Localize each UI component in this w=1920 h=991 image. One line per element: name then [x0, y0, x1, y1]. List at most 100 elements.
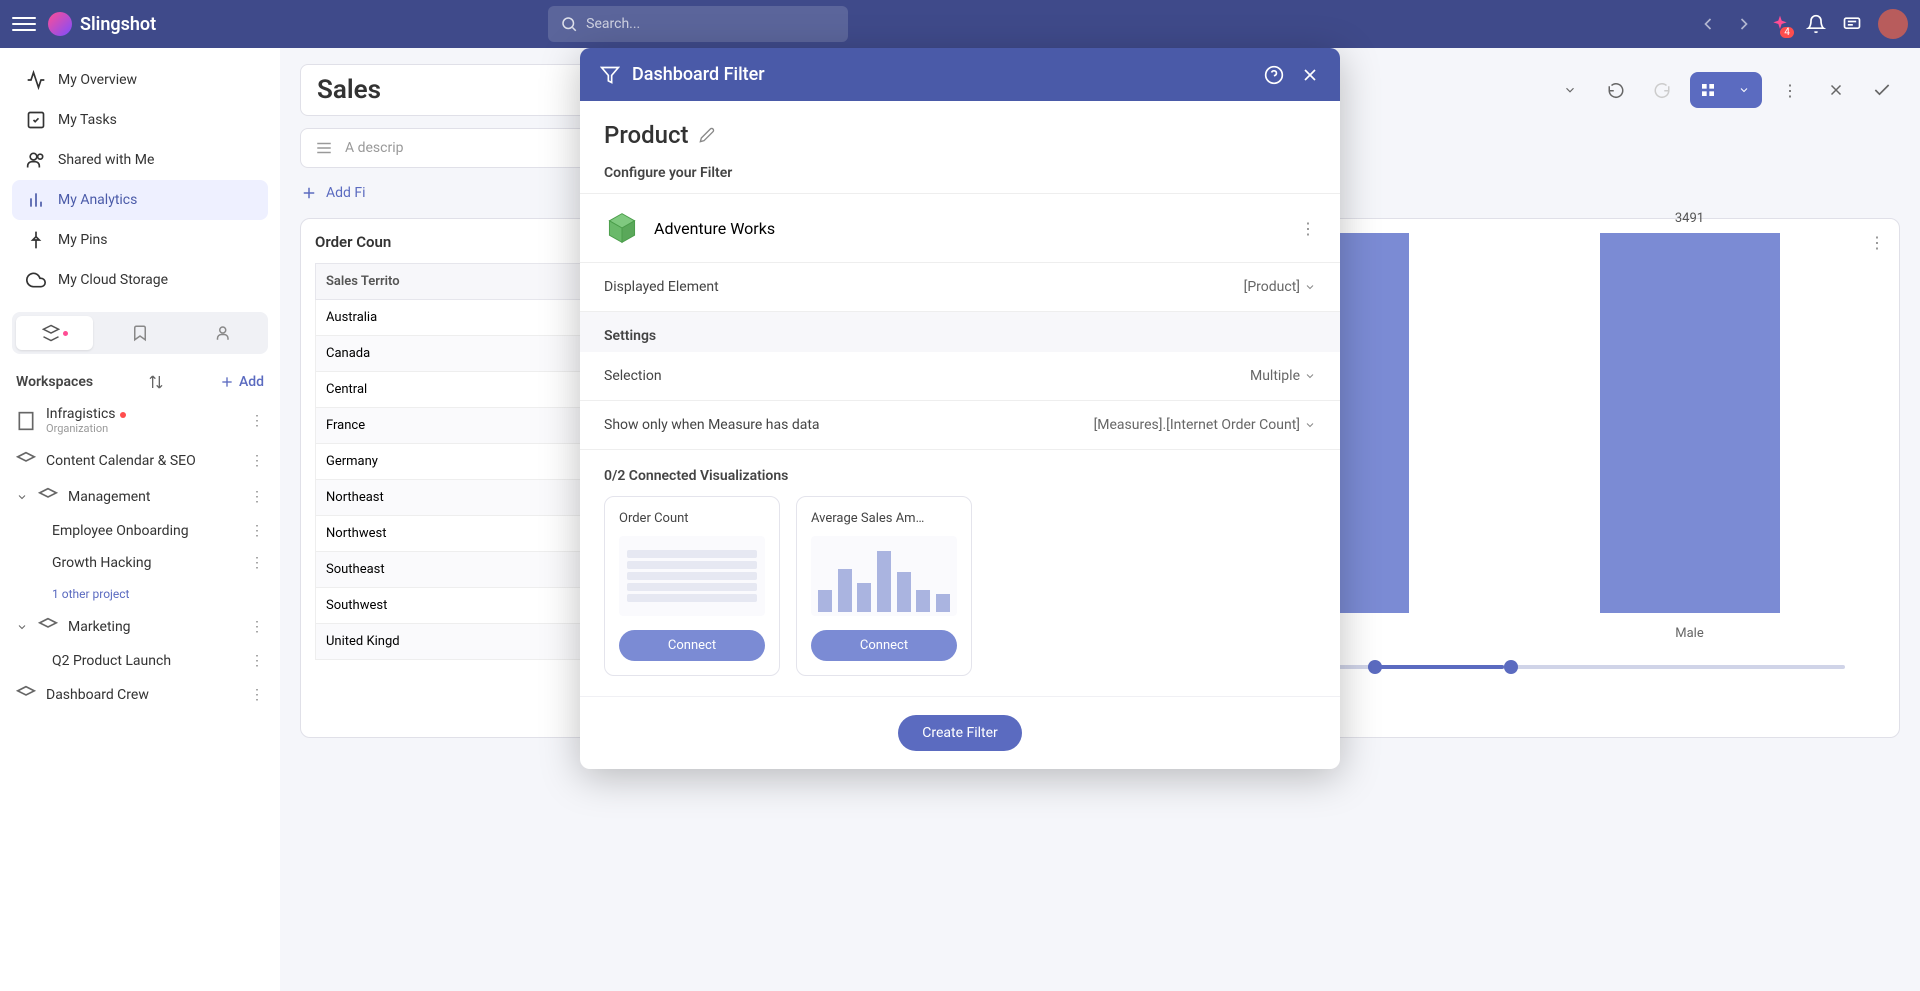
ws-menu-icon[interactable]: ⋮ — [250, 453, 264, 469]
connected-viz-header: 0/2 Connected Visualizations — [580, 450, 1340, 496]
tab-layers[interactable] — [16, 316, 93, 350]
nav-my-cloud-storage[interactable]: My Cloud Storage — [12, 260, 268, 300]
bell-icon[interactable] — [1806, 14, 1826, 34]
check-icon — [1872, 80, 1892, 100]
sidebar-tabs — [12, 312, 268, 354]
help-icon[interactable] — [1264, 65, 1284, 85]
ws-growth-hacking[interactable]: Growth Hacking ⋮ — [12, 547, 268, 579]
nav-label: My Cloud Storage — [58, 272, 168, 288]
undo-button[interactable] — [1598, 72, 1634, 108]
slider-handle-end[interactable] — [1504, 660, 1518, 674]
view-mode-toggle[interactable] — [1690, 72, 1762, 108]
configure-label: Configure your Filter — [580, 157, 1340, 193]
show-only-row[interactable]: Show only when Measure has data [Measure… — [580, 401, 1340, 450]
org-subtitle: Organization — [46, 422, 126, 435]
ws-label: Q2 Product Launch — [52, 653, 171, 669]
setting-label: Show only when Measure has data — [604, 417, 820, 433]
modal-title: Dashboard Filter — [632, 64, 765, 85]
plus-icon — [300, 184, 318, 202]
viz-title: Average Sales Am… — [811, 511, 957, 526]
search-input[interactable] — [586, 16, 836, 32]
grid-view-icon[interactable] — [1690, 72, 1726, 108]
datasource-row[interactable]: Adventure Works ⋮ — [580, 193, 1340, 263]
nav-forward-icon[interactable] — [1734, 14, 1754, 34]
datasource-menu-icon[interactable]: ⋮ — [1300, 219, 1316, 238]
viz-preview-table — [619, 536, 765, 616]
bar-chart-icon — [26, 190, 46, 210]
users-icon — [26, 150, 46, 170]
setting-value: [Measures].[Internet Order Count] — [1094, 417, 1300, 433]
redo-button[interactable] — [1644, 72, 1680, 108]
add-workspace-button[interactable]: Add — [219, 374, 264, 390]
nav-shared-with-me[interactable]: Shared with Me — [12, 140, 268, 180]
chat-icon[interactable] — [1842, 14, 1862, 34]
add-label: Add — [239, 374, 264, 390]
ws-dashboard-crew[interactable]: Dashboard Crew ⋮ — [12, 677, 268, 713]
nav-label: My Analytics — [58, 192, 137, 208]
logo-icon — [48, 12, 72, 36]
filter-name-row: Product — [580, 101, 1340, 157]
selection-row[interactable]: Selection Multiple — [580, 352, 1340, 401]
more-menu-button[interactable]: ⋮ — [1772, 72, 1808, 108]
org-status-dot — [120, 412, 126, 418]
plus-icon — [219, 374, 235, 390]
chevron-down-icon — [1304, 281, 1316, 293]
nav-my-overview[interactable]: My Overview — [12, 60, 268, 100]
database-cube-icon — [604, 210, 640, 246]
notification-badge: 4 — [1780, 27, 1794, 38]
ws-more-projects[interactable]: 1 other project — [12, 579, 268, 609]
bar-value-label: 3491 — [1600, 211, 1780, 226]
description-placeholder: A descrip — [345, 140, 404, 156]
ws-q2-product-launch[interactable]: Q2 Product Launch ⋮ — [12, 645, 268, 677]
tab-indicator-dot — [63, 331, 68, 336]
stack-icon — [38, 487, 58, 507]
confirm-button[interactable] — [1864, 72, 1900, 108]
workspaces-label: Workspaces — [16, 374, 93, 390]
ws-menu-icon[interactable]: ⋮ — [250, 489, 264, 505]
ws-menu-icon[interactable]: ⋮ — [250, 653, 264, 669]
nav-my-analytics[interactable]: My Analytics — [12, 180, 268, 220]
connect-button[interactable]: Connect — [619, 630, 765, 661]
tab-bookmarks[interactable] — [101, 316, 178, 350]
nav-back-icon[interactable] — [1698, 14, 1718, 34]
chevron-down-icon — [1563, 83, 1577, 97]
building-icon — [16, 411, 36, 431]
app-logo[interactable]: Slingshot — [48, 12, 156, 36]
nav-my-tasks[interactable]: My Tasks — [12, 100, 268, 140]
ws-employee-onboarding[interactable]: Employee Onboarding ⋮ — [12, 515, 268, 547]
ws-menu-icon[interactable]: ⋮ — [250, 687, 264, 703]
viz-card-avg-sales: Average Sales Am… Connect — [796, 496, 972, 676]
view-dropdown-icon[interactable] — [1726, 72, 1762, 108]
close-icon[interactable] — [1300, 65, 1320, 85]
ai-sparkle-icon[interactable]: 4 — [1770, 14, 1790, 34]
sort-icon[interactable] — [148, 374, 164, 390]
user-avatar[interactable] — [1878, 9, 1908, 39]
connect-button[interactable]: Connect — [811, 630, 957, 661]
displayed-element-row[interactable]: Displayed Element [Product] — [580, 263, 1340, 312]
menu-toggle[interactable] — [12, 12, 36, 36]
dropdown-button[interactable] — [1552, 72, 1588, 108]
chevron-down-icon — [16, 621, 28, 633]
ws-menu-icon[interactable]: ⋮ — [250, 619, 264, 635]
tab-people[interactable] — [187, 316, 264, 350]
ws-content-calendar[interactable]: Content Calendar & SEO ⋮ — [12, 443, 268, 479]
org-menu-icon[interactable]: ⋮ — [250, 413, 264, 429]
ws-management[interactable]: Management ⋮ — [12, 479, 268, 515]
stack-icon — [16, 685, 36, 705]
topbar-actions: 4 — [1698, 9, 1908, 39]
ws-menu-icon[interactable]: ⋮ — [250, 555, 264, 571]
close-button[interactable] — [1818, 72, 1854, 108]
edit-icon[interactable] — [699, 127, 715, 143]
activity-icon — [26, 70, 46, 90]
add-filter-label: Add Fi — [326, 185, 366, 201]
ws-menu-icon[interactable]: ⋮ — [250, 523, 264, 539]
nav-label: Shared with Me — [58, 152, 154, 168]
nav-my-pins[interactable]: My Pins — [12, 220, 268, 260]
chevron-down-icon — [16, 491, 28, 503]
global-search[interactable] — [548, 6, 848, 42]
org-item[interactable]: Infragistics Organization ⋮ — [12, 398, 268, 443]
search-icon — [560, 15, 578, 33]
create-filter-button[interactable]: Create Filter — [898, 715, 1022, 751]
slider-handle-start[interactable] — [1368, 660, 1382, 674]
ws-marketing[interactable]: Marketing ⋮ — [12, 609, 268, 645]
